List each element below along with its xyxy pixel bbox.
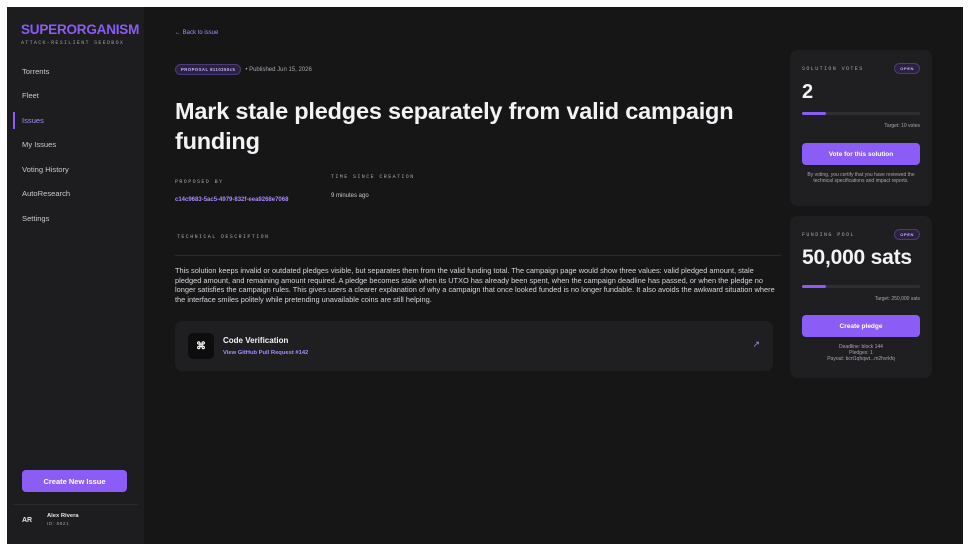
solution-votes-panel: SOLUTION VOTES OPEN 2 Target: 10 votes V… xyxy=(790,50,932,206)
votes-progress-bar xyxy=(802,112,920,115)
user-profile[interactable]: AR Alex Rivera ID: 8821 xyxy=(22,513,79,527)
proposal-badge: PROPOSAL 8110350c5 xyxy=(175,64,242,75)
command-icon: ⌘ xyxy=(188,333,214,359)
back-to-issue-link[interactable]: ← Back to issue xyxy=(175,30,218,36)
user-meta: Alex Rivera ID: 8821 xyxy=(47,513,79,527)
sidebar-item-issues[interactable]: Issues xyxy=(7,108,144,133)
sidebar-item-autoresearch[interactable]: AutoResearch xyxy=(7,182,144,207)
votes-progress-fill xyxy=(802,112,826,115)
github-pr-link[interactable]: View GitHub Pull Request #142 xyxy=(223,350,308,356)
brand-tagline: ATTACK-RESILIENT SEEDBOX xyxy=(21,40,125,46)
proposed-by-label: PROPOSED BY xyxy=(175,179,224,185)
divider xyxy=(175,255,781,256)
funding-pool-panel: FUNDING POOL OPEN 50,000 sats Target: 25… xyxy=(790,216,932,378)
technical-description: This solution keeps invalid or outdated … xyxy=(175,266,775,304)
published-date: • Published Jun 15, 2026 xyxy=(245,66,312,73)
user-id: ID: 8821 xyxy=(47,522,70,527)
funding-amount: 50,000 sats xyxy=(802,246,912,269)
vote-disclaimer: By voting, you certify that you have rev… xyxy=(807,172,915,184)
divider xyxy=(13,504,138,505)
brand-logo-text: SUPERORGANISM xyxy=(21,22,140,37)
technical-description-label: TECHNICAL DESCRIPTION xyxy=(177,234,270,240)
vote-count: 2 xyxy=(802,81,814,103)
funding-payout: Payout: bcrt1qhqwt...m2hvrkfq xyxy=(827,356,895,362)
sidebar-item-settings[interactable]: Settings xyxy=(7,206,144,231)
votes-target: Target: 10 votes xyxy=(884,123,920,129)
status-badge: OPEN xyxy=(894,229,920,240)
time-since-creation-value: 9 minutes ago xyxy=(331,193,369,199)
proposal-meta: PROPOSAL 8110350c5 • Published Jun 15, 2… xyxy=(175,64,312,75)
funding-progress-bar xyxy=(802,285,920,288)
sidebar-item-fleet[interactable]: Fleet xyxy=(7,84,144,109)
create-pledge-button[interactable]: Create pledge xyxy=(802,315,920,337)
page-title: Mark stale pledges separately from valid… xyxy=(175,98,734,154)
create-new-issue-button[interactable]: Create New Issue xyxy=(22,470,127,492)
funding-header: FUNDING POOL OPEN xyxy=(802,229,920,240)
app-window: SUPERORGANISM ATTACK-RESILIENT SEEDBOX T… xyxy=(7,7,963,544)
code-verification-card[interactable]: ⌘ Code Verification View GitHub Pull Req… xyxy=(175,321,773,371)
proposer-id-link[interactable]: c14c9683-5ac5-4979-832f-eea9268e7068 xyxy=(175,197,288,203)
funding-pool-label: FUNDING POOL xyxy=(802,231,855,238)
avatar: AR xyxy=(22,516,33,524)
user-name: Alex Rivera xyxy=(47,513,79,519)
vote-button[interactable]: Vote for this solution xyxy=(802,143,920,165)
funding-target: Target: 250,000 sats xyxy=(874,296,920,302)
sidebar-item-torrents[interactable]: Torrents xyxy=(7,59,144,84)
status-badge: OPEN xyxy=(894,63,920,74)
sidebar-item-my-issues[interactable]: My Issues xyxy=(7,133,144,158)
time-since-creation-label: TIME SINCE CREATION xyxy=(331,174,415,180)
code-verification-title: Code Verification xyxy=(223,336,289,345)
sidebar-nav: Torrents Fleet Issues My Issues Voting H… xyxy=(7,59,144,231)
solution-votes-label: SOLUTION VOTES xyxy=(802,65,864,72)
brand: SUPERORGANISM ATTACK-RESILIENT SEEDBOX xyxy=(21,22,140,47)
funding-meta: Deadline: block 144 Pledges: 1 Payout: b… xyxy=(800,344,922,362)
sidebar: SUPERORGANISM ATTACK-RESILIENT SEEDBOX T… xyxy=(7,7,144,544)
external-link-icon[interactable]: ↗ xyxy=(752,339,760,350)
main-content: ← Back to issue PROPOSAL 8110350c5 • Pub… xyxy=(144,7,790,544)
funding-progress-fill xyxy=(802,285,826,288)
sidebar-item-voting-history[interactable]: Voting History xyxy=(7,157,144,182)
votes-header: SOLUTION VOTES OPEN xyxy=(802,63,920,74)
